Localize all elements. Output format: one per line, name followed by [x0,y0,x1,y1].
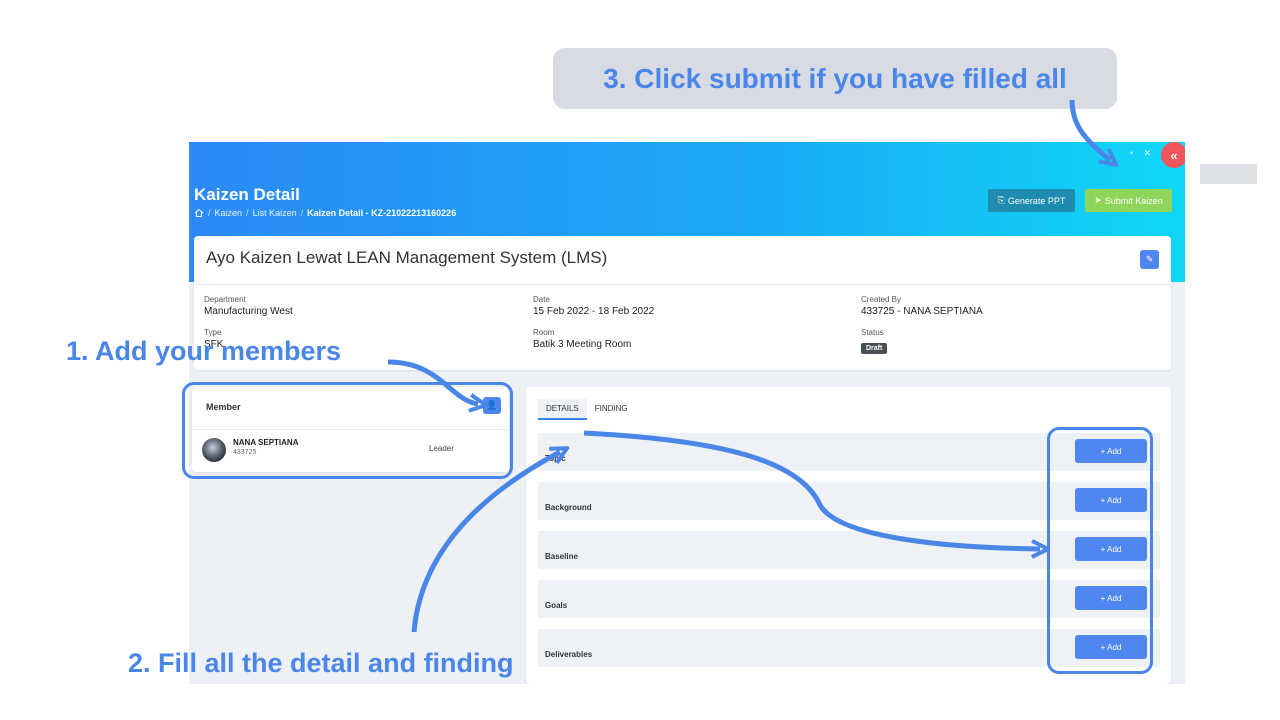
section-label: Baseline [545,552,578,561]
section-label: Deliverables [545,650,593,659]
send-icon: ➤ [1094,195,1102,205]
generate-ppt-label: Generate PPT [1007,195,1066,206]
step-1-text: 1. Add your members [66,336,342,366]
collapse-sidebar-button[interactable]: « [1161,142,1185,168]
room-field: Room Batik 3 Meeting Room [533,328,631,350]
user-icon[interactable]: ✕ [1143,148,1151,159]
date-field: Date 15 Feb 2022 - 18 Feb 2022 [533,295,654,317]
generate-ppt-button[interactable]: ⎘ Generate PPT [988,189,1075,212]
created-by-value: 433725 - NANA SEPTIANA [861,306,983,317]
section-label: Background [545,503,592,512]
step-3-text: 3. Click submit if you have filled all [603,62,1067,94]
breadcrumb-list-kaizen[interactable]: List Kaizen [253,208,297,218]
department-label: Department [204,295,246,304]
breadcrumb: / Kaizen / List Kaizen / Kaizen Detail -… [194,208,456,218]
breadcrumb-kaizen[interactable]: Kaizen [215,208,243,218]
tutorial-slide: 3. Click submit if you have filled all K… [0,0,1280,720]
breadcrumb-separator: / [300,208,304,218]
add-buttons-highlight-box [1047,427,1153,674]
date-label: Date [533,295,550,304]
department-value: Manufacturing West [204,306,293,317]
submit-kaizen-button[interactable]: ➤ Submit Kaizen [1085,189,1172,212]
page-title: Kaizen Detail [194,185,300,204]
divider [194,284,1171,285]
breadcrumb-current: Kaizen Detail - KZ-21022213160226 [307,208,457,218]
breadcrumb-separator: / [208,208,211,218]
bell-icon[interactable]: ◔ [1128,148,1133,159]
tab-details[interactable]: DETAILS [538,399,587,420]
status-badge: Draft [861,343,888,354]
status-label: Status [861,328,884,337]
created-by-field: Created By 433725 - NANA SEPTIANA [861,295,983,317]
department-field: Department Manufacturing West [204,295,293,317]
tab-bar: DETAILS FINDING [538,399,636,420]
edit-icon: ✎ [1145,254,1154,264]
section-label: Topic [545,454,566,463]
home-icon[interactable] [194,208,204,218]
decorative-bar [1200,164,1257,184]
room-label: Room [533,328,555,337]
breadcrumb-separator: / [246,208,249,218]
member-highlight-box [182,382,513,479]
room-value: Batik 3 Meeting Room [533,339,632,350]
kaizen-title: Ayo Kaizen Lewat LEAN Management System … [206,248,608,267]
ppt-icon: ⎘ [997,195,1005,205]
status-field: Status Draft [861,328,888,355]
edit-button[interactable]: ✎ [1140,250,1159,269]
step-2-text: 2. Fill all the detail and finding [128,648,514,678]
created-by-label: Created By [861,295,902,304]
tab-finding[interactable]: FINDING [587,399,636,420]
date-value: 15 Feb 2022 - 18 Feb 2022 [533,306,655,317]
step-3-callout: 3. Click submit if you have filled all [553,48,1117,109]
header-icons: ◔ ✕ [1128,148,1151,159]
submit-kaizen-label: Submit Kaizen [1104,195,1163,206]
section-label: Goals [545,601,568,610]
